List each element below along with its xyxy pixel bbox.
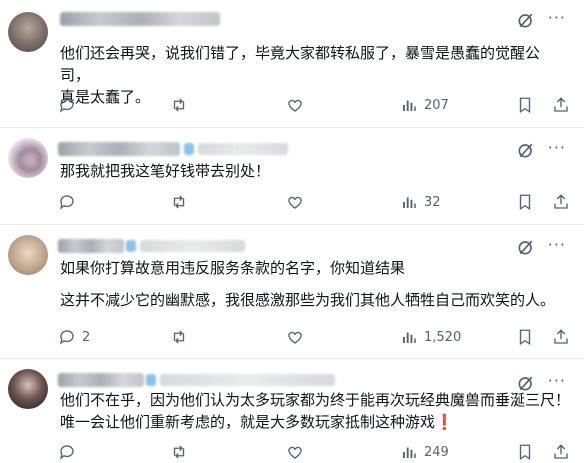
- post-2[interactable]: ··· 那我就把我这笔好钱带去别处！ 32: [0, 128, 584, 225]
- repost-icon: [173, 445, 185, 459]
- author-name-blurred[interactable]: [58, 142, 180, 156]
- post-text-line-with-mark: 唯一会让他们重新考虑的，就是大多数玩家抵制这种游戏❗: [60, 411, 574, 433]
- handle-blurred: [198, 143, 288, 155]
- views-icon: [403, 447, 416, 458]
- author-name-blurred[interactable]: [58, 373, 144, 387]
- post-1[interactable]: ··· 他们还会再哭，说我们错了，毕竟大家都转私服了，暴雪是愚蠢的觉醒公司， 真…: [0, 0, 584, 128]
- like-button[interactable]: [286, 191, 310, 213]
- like-button[interactable]: [286, 326, 310, 348]
- repost-button[interactable]: [170, 191, 194, 213]
- verified-badge-blurred: [126, 240, 136, 252]
- post-4[interactable]: ··· 他们不在乎，因为他们认为太多玩家都为终于能再次玩经典魔兽而垂涎三尺！ 唯…: [0, 359, 584, 463]
- share-icon: [554, 329, 568, 344]
- reply-icon: [59, 195, 74, 210]
- avatar[interactable]: [8, 12, 48, 52]
- more-icon[interactable]: ···: [548, 8, 566, 27]
- post-text-spacer: [60, 279, 564, 289]
- like-icon: [288, 99, 302, 112]
- views-count: 249: [424, 444, 449, 460]
- views-count: 1,520: [424, 329, 462, 345]
- avatar[interactable]: [8, 235, 48, 275]
- share-button[interactable]: [552, 326, 570, 348]
- verified-badge-blurred: [184, 143, 194, 155]
- bookmark-icon: [519, 444, 531, 461]
- post-3[interactable]: ··· 如果你打算故意用违反服务条款的名字，你知道结果 这并不减少它的幽默感，我…: [0, 225, 584, 359]
- reply-button[interactable]: [58, 191, 82, 213]
- bookmark-button[interactable]: [516, 441, 534, 463]
- grok-icon[interactable]: [516, 237, 536, 257]
- views-button[interactable]: 1,520: [400, 326, 461, 348]
- share-button[interactable]: [552, 191, 570, 213]
- author-name-blurred[interactable]: [58, 239, 124, 253]
- views-icon: [403, 332, 416, 343]
- action-bar: 2 1,520: [58, 326, 570, 348]
- avatar[interactable]: [8, 369, 48, 409]
- reply-icon: [59, 330, 74, 345]
- more-icon[interactable]: ···: [548, 138, 566, 157]
- bookmark-button[interactable]: [516, 326, 534, 348]
- views-icon: [403, 100, 416, 111]
- post-text-line: 他们还会再哭，说我们错了，毕竟大家都转私服了，暴雪是愚蠢的觉醒公司，: [60, 44, 541, 84]
- like-icon: [288, 331, 302, 344]
- repost-icon: [173, 195, 185, 209]
- views-button[interactable]: 32: [400, 191, 441, 213]
- reply-button[interactable]: [58, 441, 82, 463]
- reply-count: 2: [82, 329, 91, 345]
- share-button[interactable]: [552, 94, 570, 116]
- action-bar: 32: [58, 191, 570, 213]
- post-text: 如果你打算故意用违反服务条款的名字，你知道结果 这并不减少它的幽默感，我很感激那…: [60, 257, 564, 311]
- post-text-line: 如果你打算故意用违反服务条款的名字，你知道结果: [60, 259, 406, 277]
- more-icon[interactable]: ···: [548, 371, 566, 390]
- handle-blurred: [140, 240, 245, 252]
- bookmark-icon: [519, 97, 531, 114]
- repost-button[interactable]: [170, 326, 194, 348]
- repost-button[interactable]: [170, 94, 194, 116]
- reply-icon: [59, 98, 74, 113]
- share-icon: [554, 444, 568, 459]
- views-button[interactable]: 207: [400, 94, 449, 116]
- views-count: 207: [424, 97, 449, 113]
- reply-button[interactable]: 2: [58, 326, 90, 348]
- bookmark-icon: [519, 194, 531, 211]
- reply-icon: [59, 445, 74, 460]
- bookmark-button[interactable]: [516, 191, 534, 213]
- like-icon: [288, 196, 302, 209]
- author-name-blurred[interactable]: [60, 12, 220, 26]
- post-text-line: 这并不减少它的幽默感，我很感激那些为我们其他人牺牲自己而欢笑的人。: [60, 291, 556, 309]
- like-button[interactable]: [286, 94, 310, 116]
- post-text-line: 他们不在乎，因为他们认为太多玩家都为终于能再次玩经典魔兽而垂涎三尺！: [60, 391, 571, 409]
- share-icon: [554, 97, 568, 112]
- views-count: 32: [424, 194, 441, 210]
- bookmark-button[interactable]: [516, 94, 534, 116]
- post-text-line: 唯一会让他们重新考虑的，就是大多数玩家抵制这种游戏: [60, 413, 436, 431]
- exclamation-mark: ❗: [435, 413, 454, 431]
- views-icon: [403, 197, 416, 208]
- post-text: 他们不在乎，因为他们认为太多玩家都为终于能再次玩经典魔兽而垂涎三尺！ 唯一会让他…: [60, 389, 574, 433]
- reply-button[interactable]: [58, 94, 82, 116]
- repost-button[interactable]: [170, 441, 194, 463]
- post-text: 那我就把我这笔好钱带去别处！: [60, 160, 564, 182]
- grok-icon[interactable]: [516, 140, 536, 160]
- action-bar: 249: [58, 441, 570, 463]
- repost-icon: [173, 98, 185, 112]
- avatar[interactable]: [8, 138, 48, 178]
- share-button[interactable]: [552, 441, 570, 463]
- like-icon: [288, 446, 302, 459]
- like-button[interactable]: [286, 441, 310, 463]
- verified-badge-blurred: [146, 374, 156, 386]
- more-icon[interactable]: ···: [548, 235, 566, 254]
- grok-icon[interactable]: [516, 10, 536, 30]
- handle-blurred: [160, 374, 335, 386]
- views-button[interactable]: 249: [400, 441, 449, 463]
- repost-icon: [173, 330, 185, 344]
- action-bar: 207: [58, 94, 570, 116]
- bookmark-icon: [519, 329, 531, 346]
- share-icon: [554, 194, 568, 209]
- post-text-line: 那我就把我这笔好钱带去别处！: [60, 162, 271, 180]
